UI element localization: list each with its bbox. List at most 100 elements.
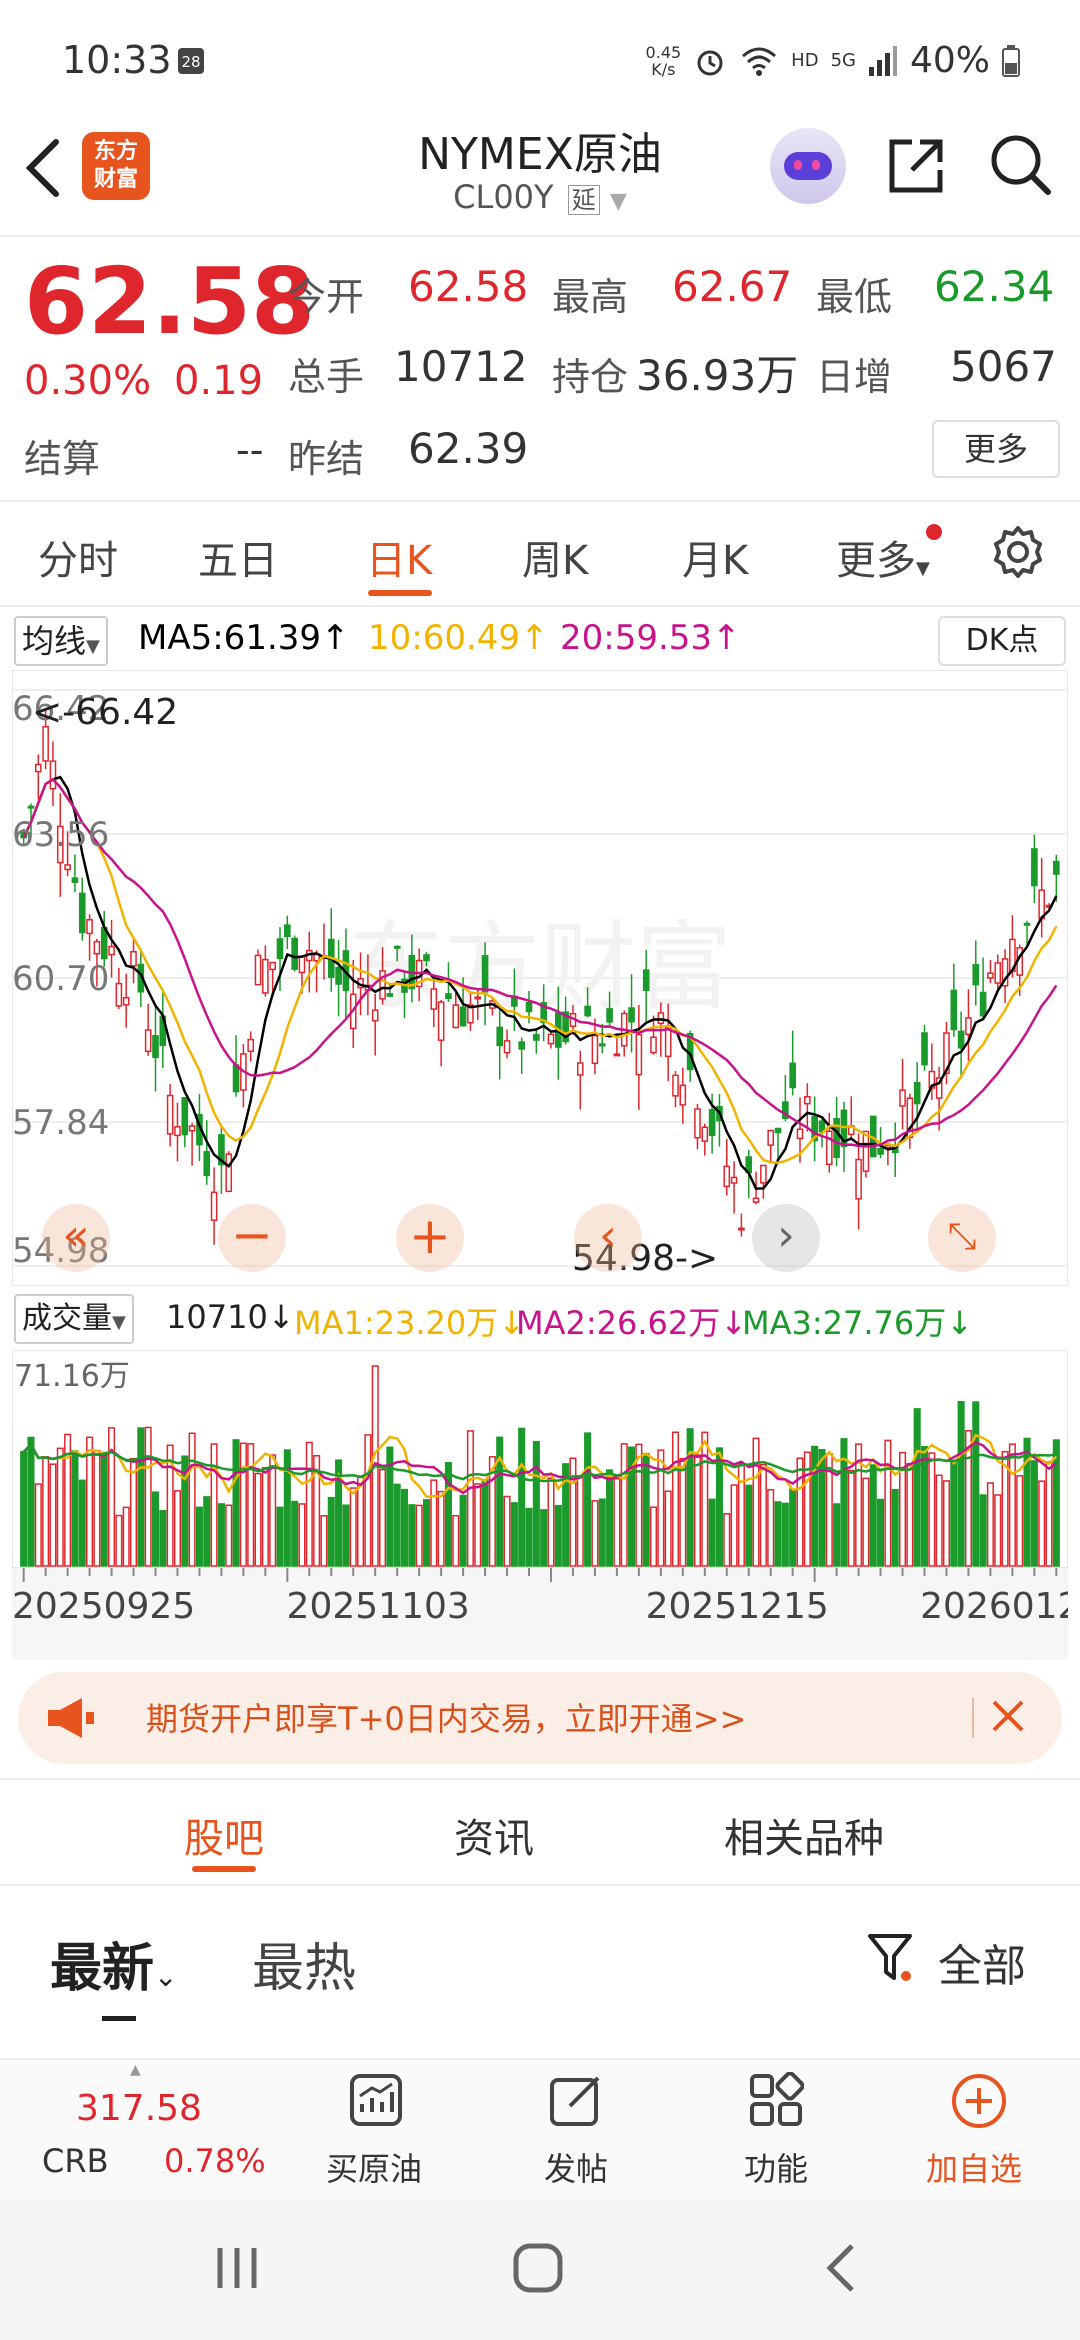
battery-icon <box>1002 44 1020 77</box>
volume-bar <box>906 1463 914 1567</box>
next-button[interactable]: › <box>752 1204 820 1272</box>
volume-bar <box>452 1514 460 1567</box>
zoom-out-button[interactable]: − <box>218 1204 286 1272</box>
more-button[interactable]: 更多 <box>932 420 1060 478</box>
filter-hottest[interactable]: 最热 <box>252 1926 356 2001</box>
volume-bar <box>752 1437 760 1567</box>
tab-forum[interactable]: 股吧 <box>184 1806 264 1864</box>
signal-label: 5G <box>830 50 856 71</box>
volume-bar <box>942 1480 951 1567</box>
share-icon[interactable] <box>884 134 948 198</box>
volume-bar <box>994 1494 1002 1567</box>
status-indicators: 0.45 K/s HD 5G 40% <box>646 40 1020 81</box>
tab-weekly-k[interactable]: 周K <box>522 528 588 586</box>
compose-icon[interactable] <box>548 2072 604 2128</box>
volume-bar <box>781 1502 789 1567</box>
tab-news[interactable]: 资讯 <box>454 1806 534 1864</box>
scroll-left-button[interactable]: « <box>42 1204 110 1272</box>
buy-chart-icon[interactable] <box>348 2072 404 2128</box>
candle <box>613 1053 621 1057</box>
candle <box>598 1043 606 1047</box>
volume-bar <box>459 1494 467 1567</box>
volume-bar <box>217 1503 225 1567</box>
prev-button[interactable]: ‹ <box>574 1204 642 1272</box>
tab-monthly-k[interactable]: 月K <box>682 528 748 586</box>
volume-bar <box>122 1506 130 1567</box>
add-favorite-icon[interactable] <box>950 2072 1008 2130</box>
candlestick-chart[interactable]: 东方财富 66.4263.5660.7057.8454.98 <-66.42 5… <box>12 670 1068 1286</box>
volume-bar <box>357 1476 365 1567</box>
volume-bar <box>554 1504 562 1567</box>
volume-bar <box>664 1490 672 1567</box>
ticker-name[interactable]: CRB <box>42 2142 109 2180</box>
candle <box>994 962 1002 984</box>
tab-related[interactable]: 相关品种 <box>724 1806 884 1864</box>
fullscreen-button[interactable]: ⤡ <box>928 1204 996 1272</box>
candle <box>130 951 137 967</box>
nav-buy-crude[interactable]: 买原油 <box>326 2144 422 2190</box>
volume-bar <box>1008 1443 1016 1567</box>
volume-bar <box>811 1445 819 1567</box>
candle <box>386 993 394 997</box>
candle <box>34 763 42 773</box>
x-tick-label: 20250925 <box>12 1586 195 1627</box>
dk-point-button[interactable]: DK点 <box>938 616 1066 666</box>
nav-functions[interactable]: 功能 <box>744 2144 808 2190</box>
recents-icon[interactable] <box>212 2244 262 2292</box>
grid-icon[interactable] <box>748 2072 804 2128</box>
net-speed: 0.45 <box>645 42 682 62</box>
tab-daily-k[interactable]: 日K <box>366 528 432 586</box>
candle <box>108 945 115 956</box>
tab-intraday[interactable]: 分时 <box>38 528 118 586</box>
volume-bar <box>298 1503 306 1567</box>
volume-bar <box>269 1454 277 1567</box>
volume-bar <box>986 1482 994 1567</box>
volume-bar <box>671 1431 680 1567</box>
filter-underline <box>102 2016 136 2021</box>
y-tick-label: 57.84 <box>12 1103 109 1143</box>
volume-bar <box>569 1457 577 1567</box>
back-nav-icon[interactable] <box>822 2240 862 2296</box>
candle <box>752 1197 760 1203</box>
candle <box>804 1096 811 1105</box>
ma-selector[interactable]: 均线▼ <box>14 616 108 666</box>
zoom-in-button[interactable]: + <box>396 1204 464 1272</box>
volume-bar <box>78 1479 86 1567</box>
ticker-percent[interactable]: 0.78% <box>164 2142 266 2180</box>
filter-icon[interactable] <box>866 1930 918 1986</box>
volume-bar <box>642 1452 650 1567</box>
change-percent: 0.30% <box>24 358 152 404</box>
nav-post[interactable]: 发帖 <box>544 2144 608 2190</box>
ma5-value: MA5:61.39↑ <box>138 618 350 658</box>
volume-bar <box>49 1463 57 1567</box>
home-icon[interactable] <box>510 2240 566 2296</box>
volume-bar <box>42 1456 50 1567</box>
gear-icon[interactable] <box>990 524 1046 580</box>
volume-bar <box>869 1464 877 1567</box>
volume-bar <box>891 1488 899 1567</box>
tab-five-day[interactable]: 五日 <box>198 528 278 586</box>
prev-settle-label: 昨结 <box>288 437 365 481</box>
filter-all[interactable]: 全部 <box>938 1930 1026 1994</box>
close-icon[interactable] <box>988 1696 1028 1736</box>
ticker-price[interactable]: 317.58 <box>76 2088 202 2129</box>
chevron-down-icon: ⌄ <box>154 1960 178 1993</box>
y-tick-label: 63.56 <box>12 815 109 855</box>
candle <box>738 1227 745 1231</box>
banner-text[interactable]: 期货开户即享T+0日内交易，立即开通>> <box>146 1694 746 1740</box>
candle <box>606 1008 613 1023</box>
nav-add-watchlist[interactable]: 加自选 <box>926 2144 1022 2190</box>
delay-badge: 延 <box>567 185 600 215</box>
candle <box>679 1084 687 1106</box>
candle <box>533 1033 540 1041</box>
tab-more[interactable]: 更多▼ <box>836 528 930 586</box>
filter-latest[interactable]: 最新⌄ <box>50 1926 177 2001</box>
volume-bar <box>532 1440 540 1567</box>
vol-ma2: MA2:26.62万↓ <box>516 1304 748 1342</box>
candle <box>166 1094 174 1135</box>
assistant-robot-icon[interactable] <box>770 128 846 204</box>
volume-chart[interactable]: 71.16万 20250925 20251103 20251215 20260128 <box>12 1350 1068 1660</box>
high-marker: <-66.42 <box>32 692 178 733</box>
volume-selector[interactable]: 成交量▼ <box>14 1294 134 1344</box>
search-icon[interactable] <box>988 132 1054 198</box>
